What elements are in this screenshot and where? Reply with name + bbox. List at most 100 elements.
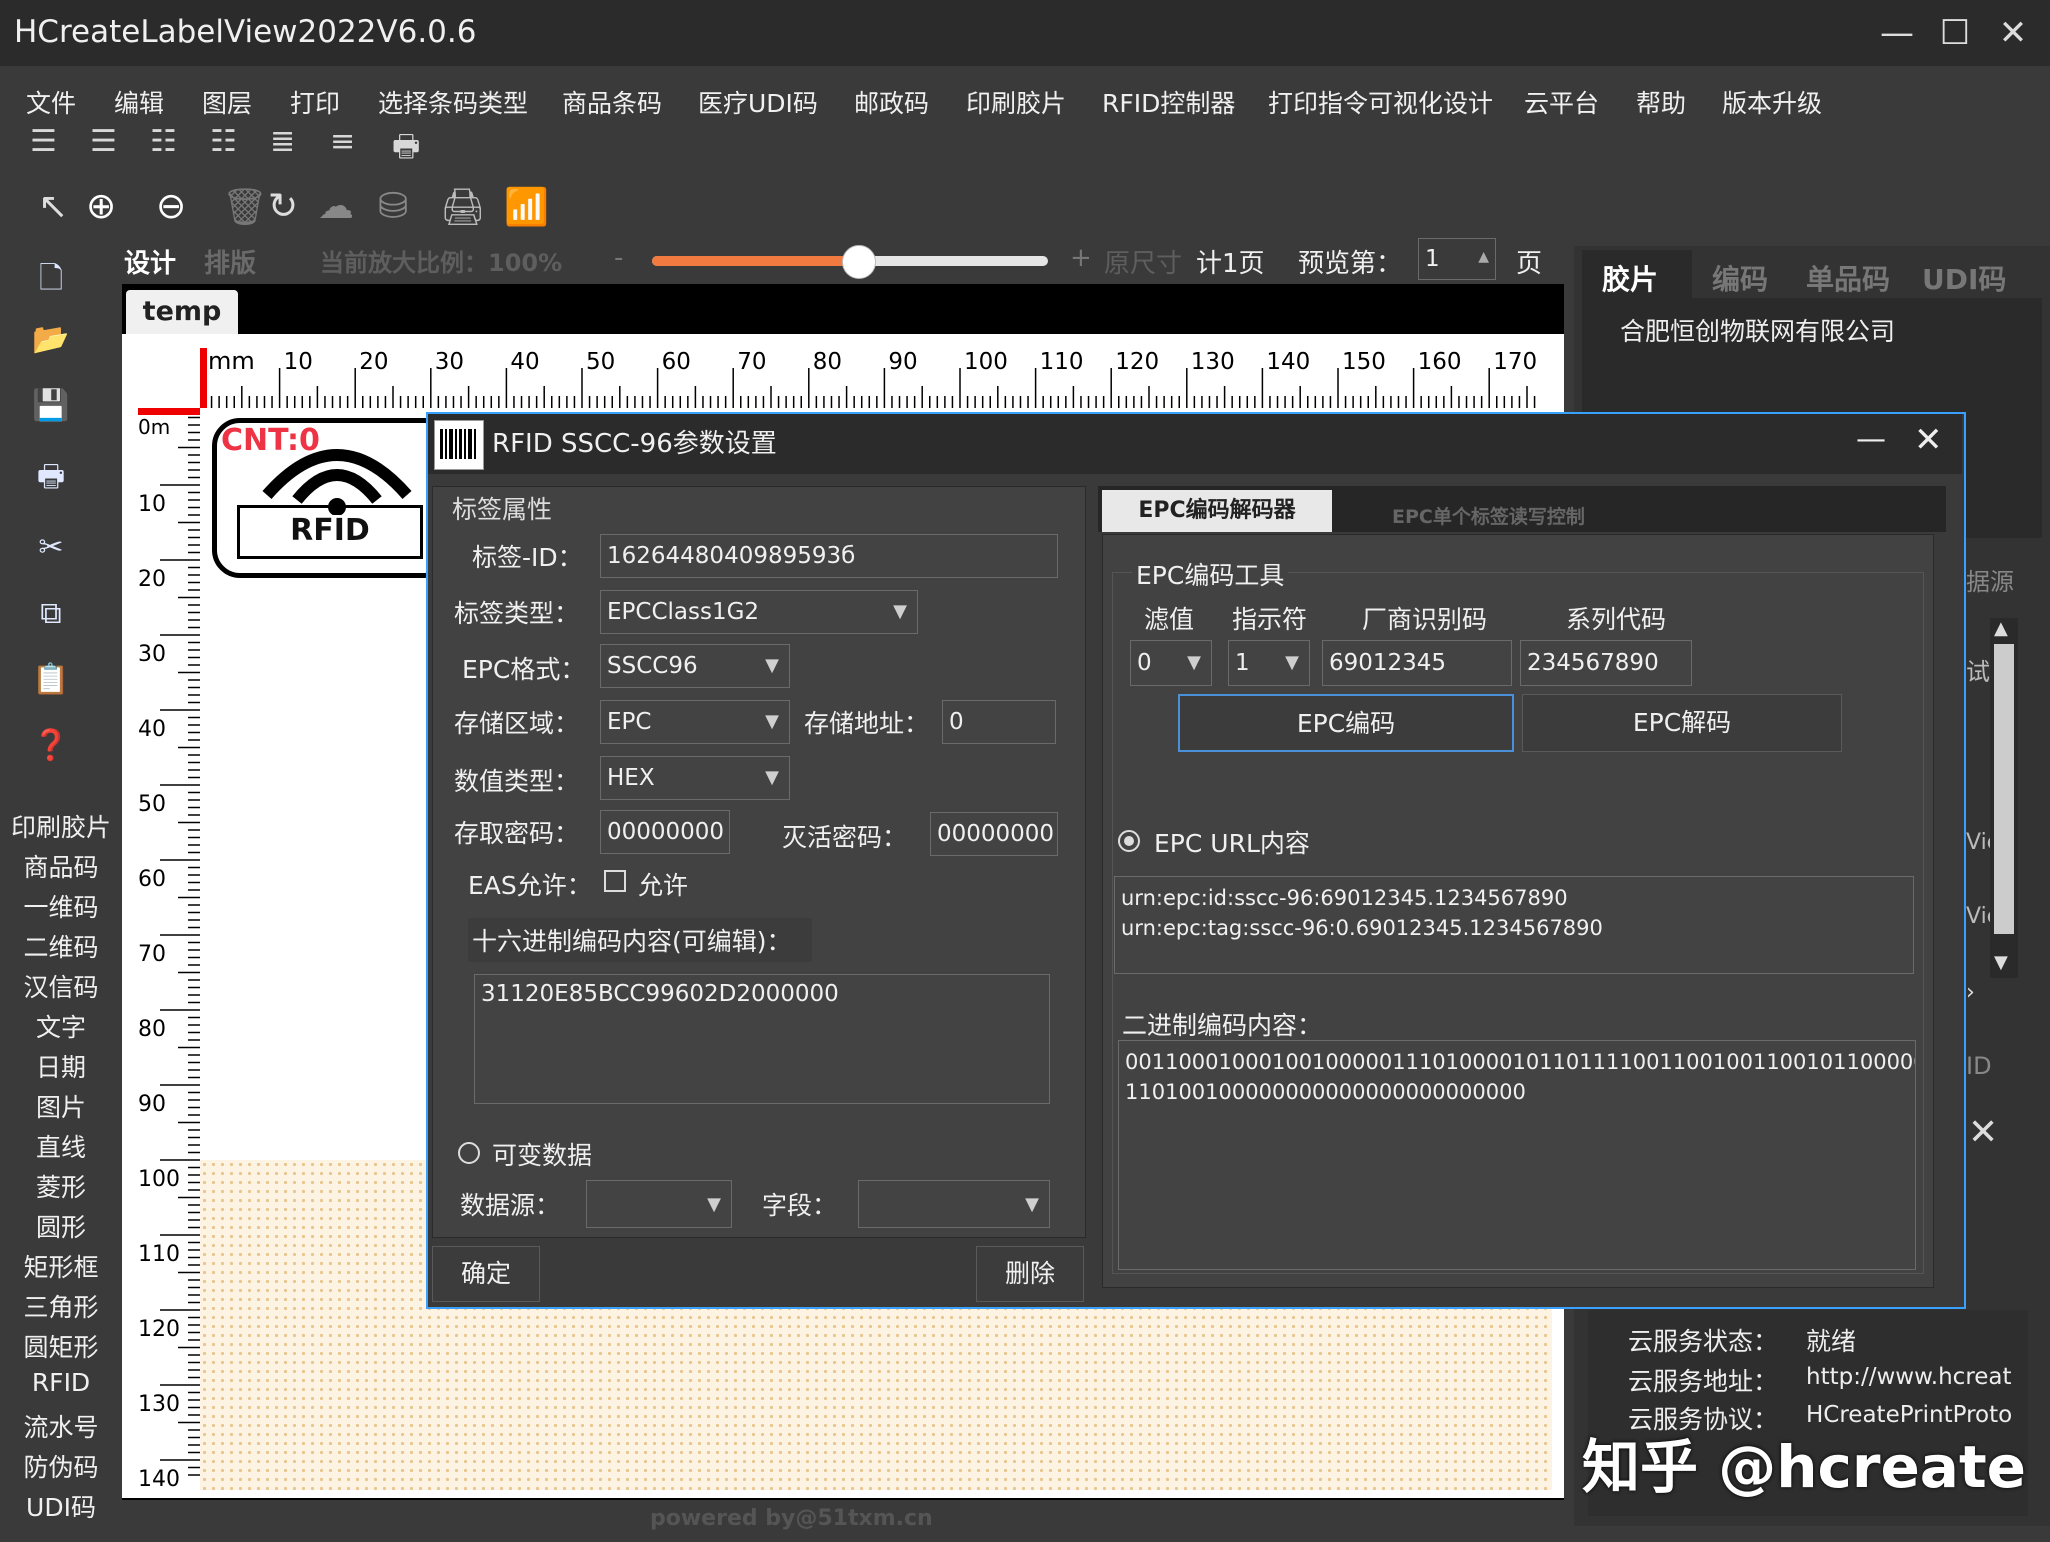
expand-arrow-icon[interactable]: ›	[1966, 980, 1975, 1005]
zoom-slider-track[interactable]	[652, 245, 1048, 279]
menu-help[interactable]: 帮助	[1636, 84, 1686, 120]
epc-url-textarea[interactable]: urn:epc:id:sscc-96:69012345.1234567890 u…	[1114, 876, 1914, 974]
pointer-icon[interactable]: ↖	[38, 186, 68, 227]
scroll-up-icon[interactable]: ▲	[1994, 618, 2008, 639]
sidebar-item-product-code[interactable]: 商品码	[0, 848, 122, 884]
help-icon[interactable]: ❓	[28, 728, 74, 768]
paste-icon[interactable]: 📋	[28, 662, 74, 702]
menu-print-command-design[interactable]: 打印指令可视化设计	[1268, 84, 1493, 120]
original-size-button[interactable]: 原尺寸	[1104, 243, 1182, 280]
close-button[interactable]: ✕	[1988, 10, 2038, 56]
hex-content-textarea[interactable]: 31120E85BCC99602D2000000	[474, 974, 1050, 1104]
maximize-button[interactable]: ☐	[1930, 10, 1980, 56]
storage-area-select[interactable]: EPC ▼	[600, 700, 790, 744]
delete-button[interactable]: 删除	[976, 1246, 1084, 1302]
right-tab-udi[interactable]: UDI码	[1922, 258, 2006, 298]
zoom-in-icon[interactable]: ⊕	[86, 186, 116, 227]
copy-icon[interactable]: ⧉	[28, 596, 74, 636]
align-left-icon[interactable]: ☰	[30, 124, 57, 159]
menu-print-film[interactable]: 印刷胶片	[966, 84, 1066, 120]
trash-icon[interactable]: 🗑	[222, 186, 268, 228]
right-tab-encoding[interactable]: 编码	[1712, 258, 1768, 298]
dialog-minimize-button[interactable]: —	[1856, 422, 1886, 457]
database-icon[interactable]: ⛁	[378, 186, 408, 227]
zoom-out-icon[interactable]: ⊖	[156, 186, 186, 227]
sidebar-item-1d-barcode[interactable]: 一维码	[0, 888, 122, 924]
cloud-upload-icon[interactable]: ☁	[318, 186, 354, 227]
epc-url-radio[interactable]	[1118, 830, 1140, 852]
document-tab[interactable]: temp	[126, 290, 238, 334]
print-icon[interactable]: 🖶	[28, 454, 74, 494]
tab-epc-single-tag[interactable]: EPC单个标签读写控制	[1392, 502, 1585, 529]
right-tab-film[interactable]: 胶片	[1602, 258, 1658, 298]
open-folder-icon[interactable]: 📂	[28, 322, 74, 362]
tag-id-input[interactable]: 1626448040989593б	[600, 534, 1058, 578]
menu-barcode-type[interactable]: 选择条码类型	[378, 84, 528, 120]
ok-button[interactable]: 确定	[432, 1246, 540, 1302]
tree-item-company[interactable]: 合肥恒创物联网有限公司	[1620, 312, 1895, 348]
access-password-input[interactable]: 00000000	[600, 810, 730, 854]
field-select[interactable]: ▼	[858, 1180, 1050, 1228]
sidebar-item-diamond[interactable]: 菱形	[0, 1168, 122, 1204]
scroll-thumb[interactable]	[1994, 644, 2014, 934]
epc-encode-button[interactable]: EPC编码	[1178, 694, 1514, 752]
kill-password-input[interactable]: 00000000	[930, 812, 1058, 856]
sidebar-item-2d-barcode[interactable]: 二维码	[0, 928, 122, 964]
spinner-arrows-icon[interactable]: ▲▼	[1478, 239, 1489, 279]
variable-data-radio[interactable]	[458, 1142, 480, 1164]
eas-checkbox[interactable]	[604, 870, 626, 892]
vendor-code-input[interactable]: 69012345	[1322, 640, 1512, 686]
zoom-minus-button[interactable]: -	[614, 243, 623, 273]
sidebar-item-circle[interactable]: 圆形	[0, 1208, 122, 1244]
sidebar-item-line[interactable]: 直线	[0, 1128, 122, 1164]
align-bottom-icon[interactable]: ☷	[210, 124, 237, 159]
menu-file[interactable]: 文件	[26, 84, 76, 120]
sidebar-item-text[interactable]: 文字	[0, 1008, 122, 1044]
sidebar-item-date[interactable]: 日期	[0, 1048, 122, 1084]
zoom-plus-button[interactable]: +	[1070, 243, 1092, 273]
printer-icon[interactable]: 🖶	[392, 124, 420, 175]
sidebar-item-serial-number[interactable]: 流水号	[0, 1408, 122, 1444]
value-type-select[interactable]: HEX ▼	[600, 756, 790, 800]
sidebar-item-rectangle[interactable]: 矩形框	[0, 1248, 122, 1284]
minimize-button[interactable]: —	[1872, 10, 1922, 56]
menu-upgrade[interactable]: 版本升级	[1722, 84, 1822, 120]
menu-print[interactable]: 打印	[290, 84, 340, 120]
sidebar-item-rfid[interactable]: RFID	[0, 1368, 122, 1397]
new-file-icon[interactable]: 🗋	[28, 256, 74, 296]
sidebar-item-rounded-rect[interactable]: 圆矩形	[0, 1328, 122, 1364]
sidebar-item-udi[interactable]: UDI码	[0, 1488, 122, 1524]
right-scrollbar[interactable]: ▲ ▼	[1990, 618, 2018, 978]
align-vcenter-icon[interactable]: ≡	[330, 124, 355, 159]
dialog-close-button[interactable]: ✕	[1914, 420, 1943, 460]
printer-stack-icon[interactable]: 🖨	[440, 186, 486, 228]
menu-layer[interactable]: 图层	[202, 84, 252, 120]
menu-edit[interactable]: 编辑	[114, 84, 164, 120]
tab-design[interactable]: 设计	[124, 243, 176, 280]
epc-decode-button[interactable]: EPC解码	[1522, 694, 1842, 752]
storage-address-input[interactable]: 0	[942, 700, 1056, 744]
zoom-slider-knob[interactable]	[841, 245, 876, 279]
sidebar-item-anti-fake[interactable]: 防伪码	[0, 1448, 122, 1484]
align-right-icon[interactable]: ☰	[90, 124, 117, 159]
rfid-label-preview[interactable]: CNT:0 RFID	[212, 418, 452, 578]
indicator-select[interactable]: 1 ▼	[1228, 640, 1310, 686]
panel-close-icon[interactable]: ✕	[1968, 1112, 1998, 1153]
serial-code-input[interactable]: 234567890	[1520, 640, 1692, 686]
rfid-wave-icon[interactable]: 📶	[504, 186, 549, 228]
tab-epc-encoder[interactable]: EPC编码解码器	[1102, 490, 1332, 532]
menu-udi[interactable]: 医疗UDI码	[698, 84, 818, 120]
menu-rfid-controller[interactable]: RFID控制器	[1102, 84, 1235, 120]
sidebar-item-print-film[interactable]: 印刷胶片	[0, 808, 122, 844]
save-icon[interactable]: 💾	[28, 388, 74, 428]
epc-format-select[interactable]: SSCC96 ▼	[600, 644, 790, 688]
rotate-icon[interactable]: ↻	[268, 186, 298, 227]
menu-cloud[interactable]: 云平台	[1524, 84, 1599, 120]
preview-page-spinner[interactable]: 1 ▲▼	[1418, 238, 1496, 280]
sidebar-item-image[interactable]: 图片	[0, 1088, 122, 1124]
menu-product-barcode[interactable]: 商品条码	[562, 84, 662, 120]
menu-postal[interactable]: 邮政码	[854, 84, 929, 120]
binary-content-textarea[interactable]: 0011000100010010000011101000010110111100…	[1118, 1040, 1916, 1270]
right-tab-item-code[interactable]: 单品码	[1806, 258, 1890, 298]
align-top-icon[interactable]: ☷	[150, 124, 177, 159]
